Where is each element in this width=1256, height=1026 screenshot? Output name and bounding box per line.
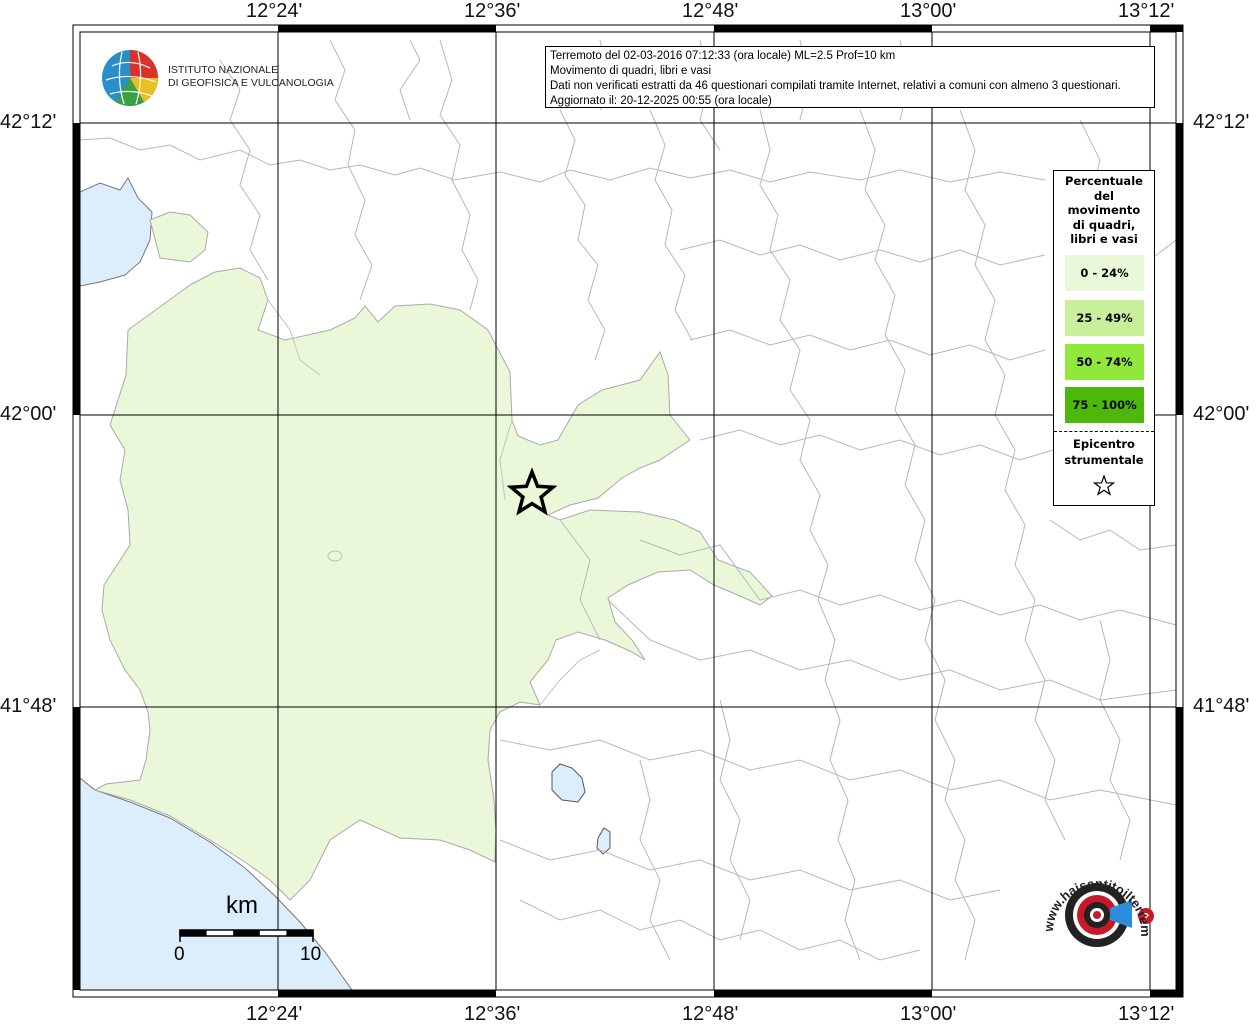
- lon-label-bottom-4: 13°00': [900, 1003, 957, 1025]
- legend-title-line: di quadri,: [1072, 217, 1136, 232]
- lon-label-top-1: 12°24': [246, 0, 303, 22]
- lat-label-left-1: 42°12': [0, 111, 57, 133]
- event-data-note: Dati non verificati estratti da 46 quest…: [550, 80, 1121, 92]
- lon-label-top-4: 13°00': [900, 0, 957, 22]
- lon-label-top-5: 13°12': [1118, 0, 1175, 22]
- lon-label-top-3: 12°48': [682, 0, 739, 22]
- lon-label-bottom-3: 12°48': [682, 1003, 739, 1025]
- lon-label-bottom-5: 13°12': [1118, 1003, 1175, 1025]
- lat-label-left-2: 42°00': [0, 403, 57, 425]
- legend-class-3: 75 - 100%: [1065, 387, 1144, 423]
- legend-title-line: Percentuale: [1065, 174, 1143, 188]
- scale-unit: km: [226, 892, 258, 919]
- event-info-box: Terremoto del 02-03-2016 07:12:33 (ora l…: [545, 46, 1155, 108]
- event-effect: Movimento di quadri, libri e vasi: [550, 65, 712, 77]
- lon-label-bottom-2: 12°36': [464, 1003, 521, 1025]
- lat-label-right-1: 42°12': [1193, 111, 1250, 133]
- legend-class-1: 25 - 49%: [1065, 300, 1144, 336]
- lon-label-bottom-1: 12°24': [246, 1003, 303, 1025]
- legend-epicenter-line: Epicentro: [1073, 437, 1135, 451]
- star-icon: [1092, 474, 1116, 496]
- legend-title-line: movimento: [1067, 203, 1141, 217]
- event-updated: Aggiornato il: 20-12-2025 00:55 (ora loc…: [550, 95, 772, 107]
- legend-title-line: libri e vasi: [1070, 232, 1138, 246]
- legend-title: Percentuale del movimento di quadri, lib…: [1054, 174, 1154, 247]
- haisentito-logo-icon: ? www.haisentitoilterremoto.it: [1036, 862, 1154, 949]
- legend-separator: [1054, 431, 1154, 432]
- ingv-logo-icon: [102, 50, 158, 106]
- lat-label-right-3: 41°48': [1193, 695, 1250, 717]
- legend-class-0: 0 - 24%: [1065, 255, 1144, 291]
- lat-label-right-2: 42°00': [1193, 403, 1250, 425]
- legend-title-line: del: [1094, 188, 1114, 203]
- ingv-name-line1: ISTITUTO NAZIONALE: [168, 64, 279, 76]
- ingv-name: ISTITUTO NAZIONALE DI GEOFISICA E VULCAN…: [168, 64, 334, 90]
- scale-start: 0: [174, 944, 185, 965]
- event-header: Terremoto del 02-03-2016 07:12:33 (ora l…: [550, 50, 896, 62]
- legend: Percentuale del movimento di quadri, lib…: [1053, 170, 1155, 506]
- lat-label-left-3: 41°48': [0, 695, 57, 717]
- lon-label-top-2: 12°36': [464, 0, 521, 22]
- ingv-name-line2: DI GEOFISICA E VULCANOLOGIA: [168, 77, 334, 89]
- scale-end: 10: [300, 944, 322, 965]
- legend-class-2: 50 - 74%: [1065, 344, 1144, 380]
- legend-epicenter-label: Epicentro strumentale: [1054, 436, 1154, 468]
- legend-epicenter-line: strumentale: [1064, 453, 1144, 467]
